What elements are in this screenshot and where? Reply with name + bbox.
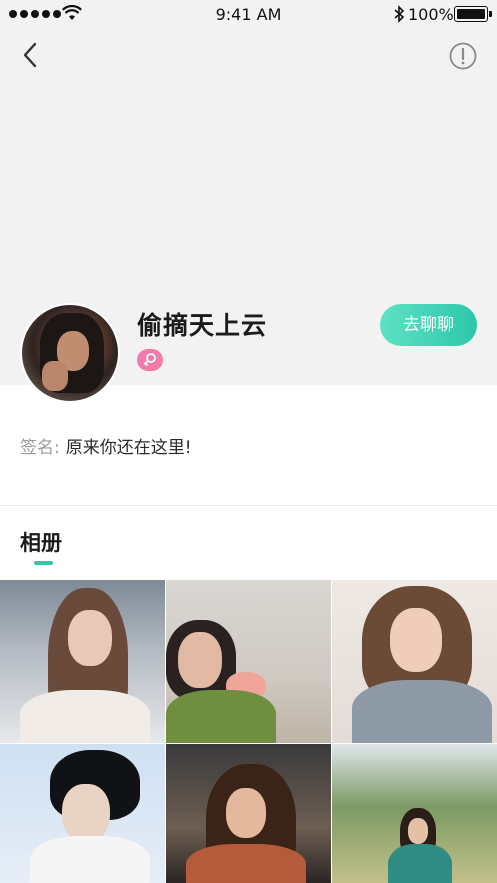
album-photo-4[interactable] [0,744,165,883]
album-photo-6[interactable] [332,744,497,883]
signature-text: 原来你还在这里! [65,438,192,458]
chevron-left-icon [23,42,37,68]
tab-album[interactable]: 相册 [20,527,62,557]
back-button[interactable] [18,40,46,70]
bluetooth-icon [394,5,405,23]
album-photo-1[interactable] [0,580,165,743]
tab-indicator [34,561,53,565]
photo-grid [0,580,497,883]
status-bar: 9:41 AM 100% [0,0,497,30]
signature-label: 签名: [20,438,60,458]
album-photo-5[interactable] [166,744,331,883]
nickname: 偷摘天上云 [137,311,268,340]
album-photo-3[interactable] [332,580,497,743]
battery-percent: 100% [408,5,454,24]
section-divider [0,505,497,506]
avatar[interactable] [20,303,120,403]
album-photo-2[interactable] [166,580,331,743]
chat-button[interactable]: 去聊聊 [380,304,477,346]
exclamation-circle-icon [449,42,477,70]
female-icon [143,353,156,367]
signature-row: 签名: 原来你还在这里! [20,433,192,458]
report-button[interactable] [449,42,477,70]
gender-badge [137,349,163,371]
battery-icon [454,6,492,22]
